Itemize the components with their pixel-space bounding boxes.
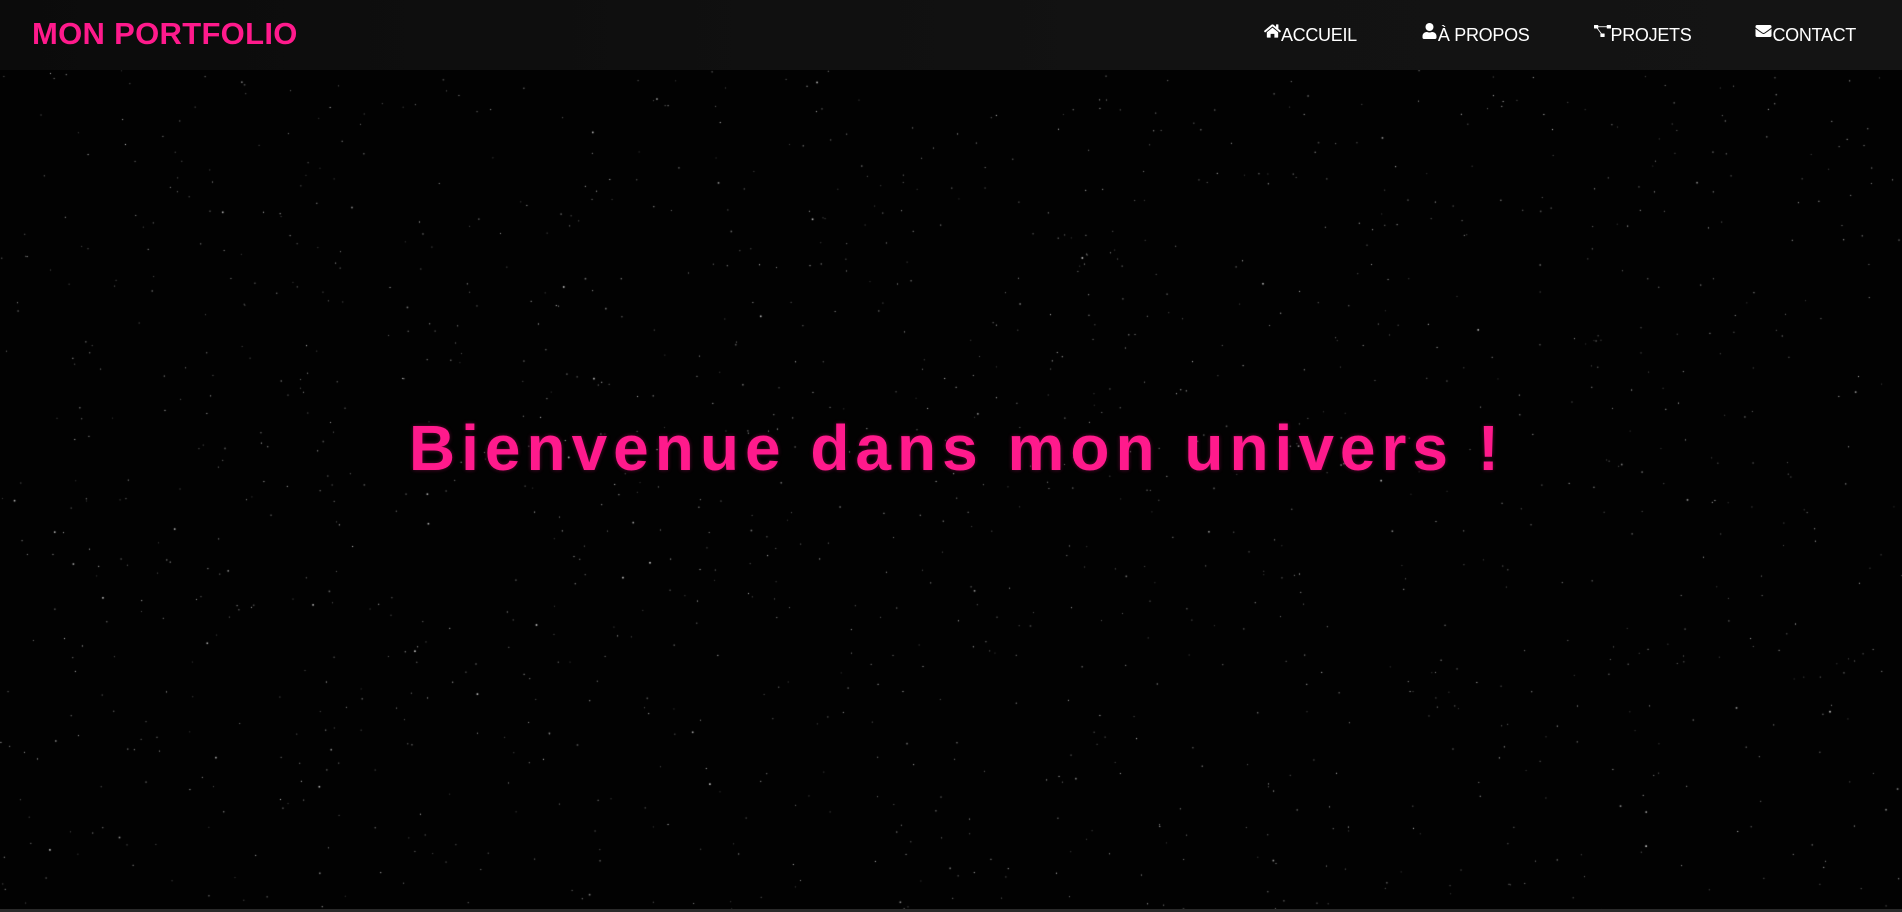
nav-label: À PROPOS (1437, 24, 1530, 45)
nav-label: CONTACT (1772, 24, 1856, 45)
page: MON PORTFOLIO ACCUEIL À PROPOS PROJETS C… (0, 0, 1902, 912)
hero-title: Bienvenue dans mon univers ! (408, 412, 1506, 484)
nav-item-projets[interactable]: PROJETS (1593, 24, 1692, 46)
nav-label: ACCUEIL (1280, 24, 1357, 45)
user-icon (1422, 23, 1437, 39)
nav-links: ACCUEIL À PROPOS PROJETS CONTACT (1200, 0, 1856, 70)
project-diagram-icon (1593, 25, 1611, 37)
envelope-icon (1755, 25, 1772, 37)
nav-item-contact[interactable]: CONTACT (1755, 25, 1856, 46)
nav-label: PROJETS (1610, 24, 1692, 45)
logo[interactable]: MON PORTFOLIO (32, 15, 298, 53)
nav-item-a-propos[interactable]: À PROPOS (1421, 23, 1530, 46)
hero-section: Bienvenue dans mon univers ! (0, 408, 1902, 488)
nav-item-accueil[interactable]: ACCUEIL (1263, 24, 1357, 46)
home-icon (1263, 24, 1281, 38)
navbar: MON PORTFOLIO ACCUEIL À PROPOS PROJETS C… (0, 0, 1902, 70)
